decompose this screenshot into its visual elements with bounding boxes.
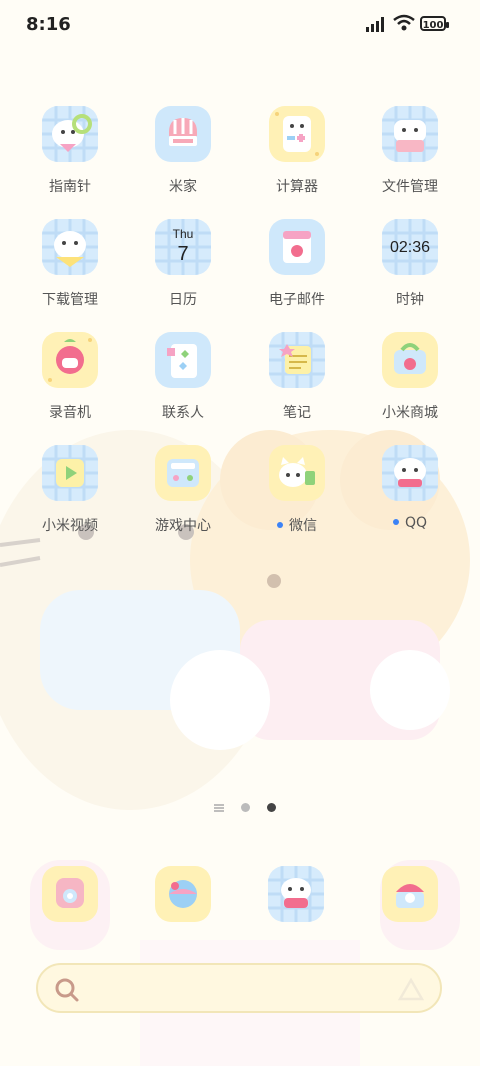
app-download-manager[interactable]: 下载管理 xyxy=(15,213,125,323)
clock-icon: 02:36 xyxy=(382,219,438,275)
status-bar: 8:16 100 xyxy=(0,0,480,50)
app-email[interactable]: 电子邮件 xyxy=(242,213,352,323)
file-manager-icon xyxy=(382,106,438,162)
wifi-icon xyxy=(393,14,415,31)
app-label: 下载管理 xyxy=(42,292,98,308)
app-calendar[interactable]: Thu 7 日历 xyxy=(128,213,238,323)
messages-icon[interactable] xyxy=(268,866,324,922)
app-label: 录音机 xyxy=(49,405,91,421)
app-label: 微信 xyxy=(242,515,352,535)
app-compass[interactable]: 指南针 xyxy=(15,100,125,210)
app-calculator[interactable]: 计算器 xyxy=(242,100,352,210)
new-indicator-dot xyxy=(277,522,283,528)
camera-icon[interactable] xyxy=(382,866,438,922)
app-label: QQ xyxy=(355,515,465,531)
signal-icon xyxy=(366,17,384,32)
app-label: 笔记 xyxy=(283,405,311,421)
page-dot-1 xyxy=(241,803,251,812)
app-wechat[interactable]: 微信 xyxy=(242,439,352,549)
app-file-manager[interactable]: 文件管理 xyxy=(355,100,465,210)
clock-time: 02:36 xyxy=(390,239,430,256)
app-label: 计算器 xyxy=(276,179,318,195)
mi-video-icon xyxy=(42,445,98,501)
app-label: 电子邮件 xyxy=(269,292,325,308)
status-time: 8:16 xyxy=(26,14,71,35)
compass-cat-icon xyxy=(42,106,98,162)
new-indicator-dot xyxy=(392,519,399,525)
app-contacts[interactable]: 联系人 xyxy=(128,326,238,436)
search-icon xyxy=(55,978,79,1002)
browser-icon[interactable] xyxy=(155,866,211,922)
calculator-icon xyxy=(269,106,325,162)
download-manager-icon xyxy=(42,219,98,275)
page-indicator[interactable] xyxy=(214,797,277,817)
game-center-icon xyxy=(155,445,211,501)
page-dot-2-active xyxy=(267,803,277,812)
contacts-icon xyxy=(155,332,211,388)
app-label: 日历 xyxy=(169,292,197,308)
search-bar[interactable] xyxy=(36,963,442,1013)
app-mi-store[interactable]: 小米商城 xyxy=(355,326,465,436)
calendar-weekday: Thu xyxy=(173,227,194,241)
calendar-icon: Thu 7 xyxy=(155,219,211,275)
app-clock[interactable]: 02:36 时钟 xyxy=(355,213,465,323)
calendar-day: 7 xyxy=(177,243,188,265)
assistant-icon[interactable] xyxy=(398,977,424,1003)
dock xyxy=(0,866,480,926)
app-label: 联系人 xyxy=(162,405,204,421)
mi-store-icon xyxy=(382,332,438,388)
app-label: 文件管理 xyxy=(382,179,438,195)
wechat-icon xyxy=(269,445,325,501)
recorder-icon xyxy=(42,332,98,388)
phone-icon[interactable] xyxy=(42,866,98,922)
app-game-center[interactable]: 游戏中心 xyxy=(128,439,238,549)
app-qq[interactable]: QQ xyxy=(355,439,465,549)
email-icon xyxy=(269,219,325,275)
battery-icon: 100 xyxy=(420,16,449,31)
app-label: 米家 xyxy=(169,179,197,195)
app-label: 小米商城 xyxy=(382,405,438,421)
app-label: 时钟 xyxy=(396,292,424,308)
mijia-icon xyxy=(155,106,211,162)
app-recorder[interactable]: 录音机 xyxy=(15,326,125,436)
app-label: 指南针 xyxy=(49,179,91,195)
qq-icon xyxy=(382,445,438,501)
notes-icon xyxy=(269,332,325,388)
app-mijia[interactable]: 米家 xyxy=(128,100,238,210)
menu-lines-icon xyxy=(214,798,224,817)
app-label: 小米视频 xyxy=(42,518,98,534)
app-mi-video[interactable]: 小米视频 xyxy=(15,439,125,549)
app-notes[interactable]: 笔记 xyxy=(242,326,352,436)
app-label-text: 微信 xyxy=(289,518,317,534)
app-label-text: QQ xyxy=(404,515,428,531)
app-label: 游戏中心 xyxy=(155,518,211,534)
